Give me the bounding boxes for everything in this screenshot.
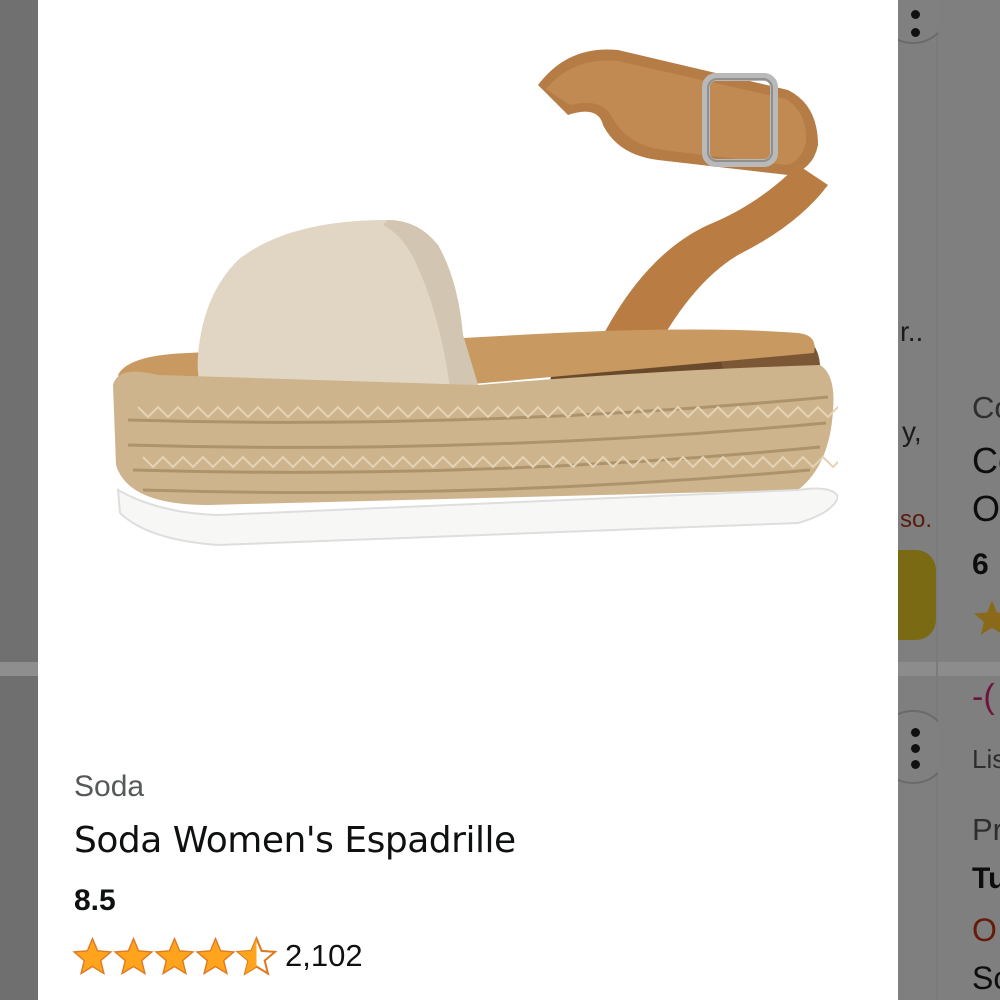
adjacent-card-text: so.	[900, 506, 933, 533]
card-separator	[0, 662, 38, 676]
product-brand: Soda	[74, 770, 145, 803]
adjacent-card-list-price: Lis	[972, 744, 1000, 774]
star-full-icon	[113, 936, 154, 975]
adjacent-card-size: 6	[972, 548, 989, 581]
more-options-icon	[911, 728, 920, 737]
product-title[interactable]: Soda Women's Espadrille	[74, 820, 516, 861]
more-options-icon	[911, 28, 920, 37]
add-to-cart-button[interactable]	[898, 550, 936, 640]
star-full-icon	[154, 936, 195, 975]
adjacent-product-card[interactable]	[898, 0, 936, 1000]
product-rating[interactable]: 2,102	[72, 934, 363, 978]
adjacent-card-discount: -(	[972, 678, 995, 716]
review-count[interactable]: 2,102	[285, 938, 363, 974]
more-options-icon	[911, 744, 920, 753]
adjacent-card-title: Ce	[972, 440, 1000, 481]
star-full-icon	[72, 936, 113, 975]
star-rating	[72, 935, 277, 977]
adjacent-card-text: y,	[902, 416, 922, 447]
adjacent-card-title: O	[972, 488, 1000, 529]
adjacent-card-brand: Co	[972, 390, 1000, 425]
more-options-icon	[911, 760, 920, 769]
left-adjacent-card	[0, 676, 38, 1000]
product-size: 8.5	[74, 884, 116, 917]
adjacent-card-text: r..	[900, 316, 924, 347]
card-separator	[938, 662, 1000, 676]
card-separator	[898, 662, 936, 676]
product-card[interactable]: Soda Soda Women's Espadrille 8.5 2,102	[38, 0, 898, 1000]
star-icon	[974, 600, 1000, 635]
star-full-icon	[195, 936, 236, 975]
adjacent-card-text: Pr	[972, 812, 1000, 847]
adjacent-card-delivery: Tu	[972, 862, 1000, 895]
star-half-icon	[236, 935, 277, 976]
adjacent-card-stock: O	[972, 912, 997, 948]
adjacent-card-text: Sc	[972, 960, 1000, 996]
left-adjacent-card	[0, 0, 38, 662]
product-image[interactable]	[98, 35, 838, 595]
more-options-icon	[911, 10, 920, 19]
